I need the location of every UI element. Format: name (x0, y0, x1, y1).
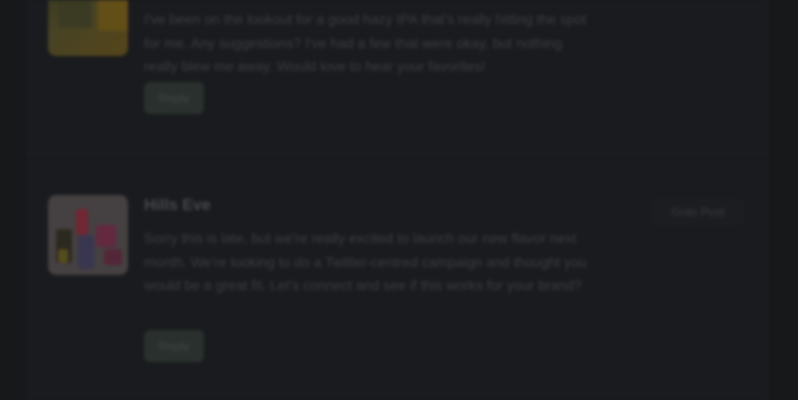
beverage-can (78, 235, 94, 269)
post-body: I've been on the lookout for a good hazy… (144, 11, 587, 74)
beer-can-image (98, 0, 128, 31)
post-title: Hills Eve (144, 197, 211, 214)
post-divider (26, 152, 770, 153)
post-thumbnail[interactable] (48, 0, 128, 56)
beverage-can (76, 209, 88, 235)
post-body: Sorry this is late, but we're really exc… (144, 230, 587, 293)
post-thumbnail[interactable] (48, 195, 128, 275)
beverage-can (58, 249, 68, 263)
page: I've been on the lookout for a good hazy… (0, 0, 798, 400)
reply-button[interactable]: Reply (144, 82, 204, 114)
beverage-can (104, 249, 122, 265)
beer-can-image-shadow (58, 0, 92, 28)
goto-post-button[interactable]: Goto Post (652, 198, 744, 226)
beverage-can (96, 225, 116, 247)
reply-button[interactable]: Reply (144, 330, 204, 362)
